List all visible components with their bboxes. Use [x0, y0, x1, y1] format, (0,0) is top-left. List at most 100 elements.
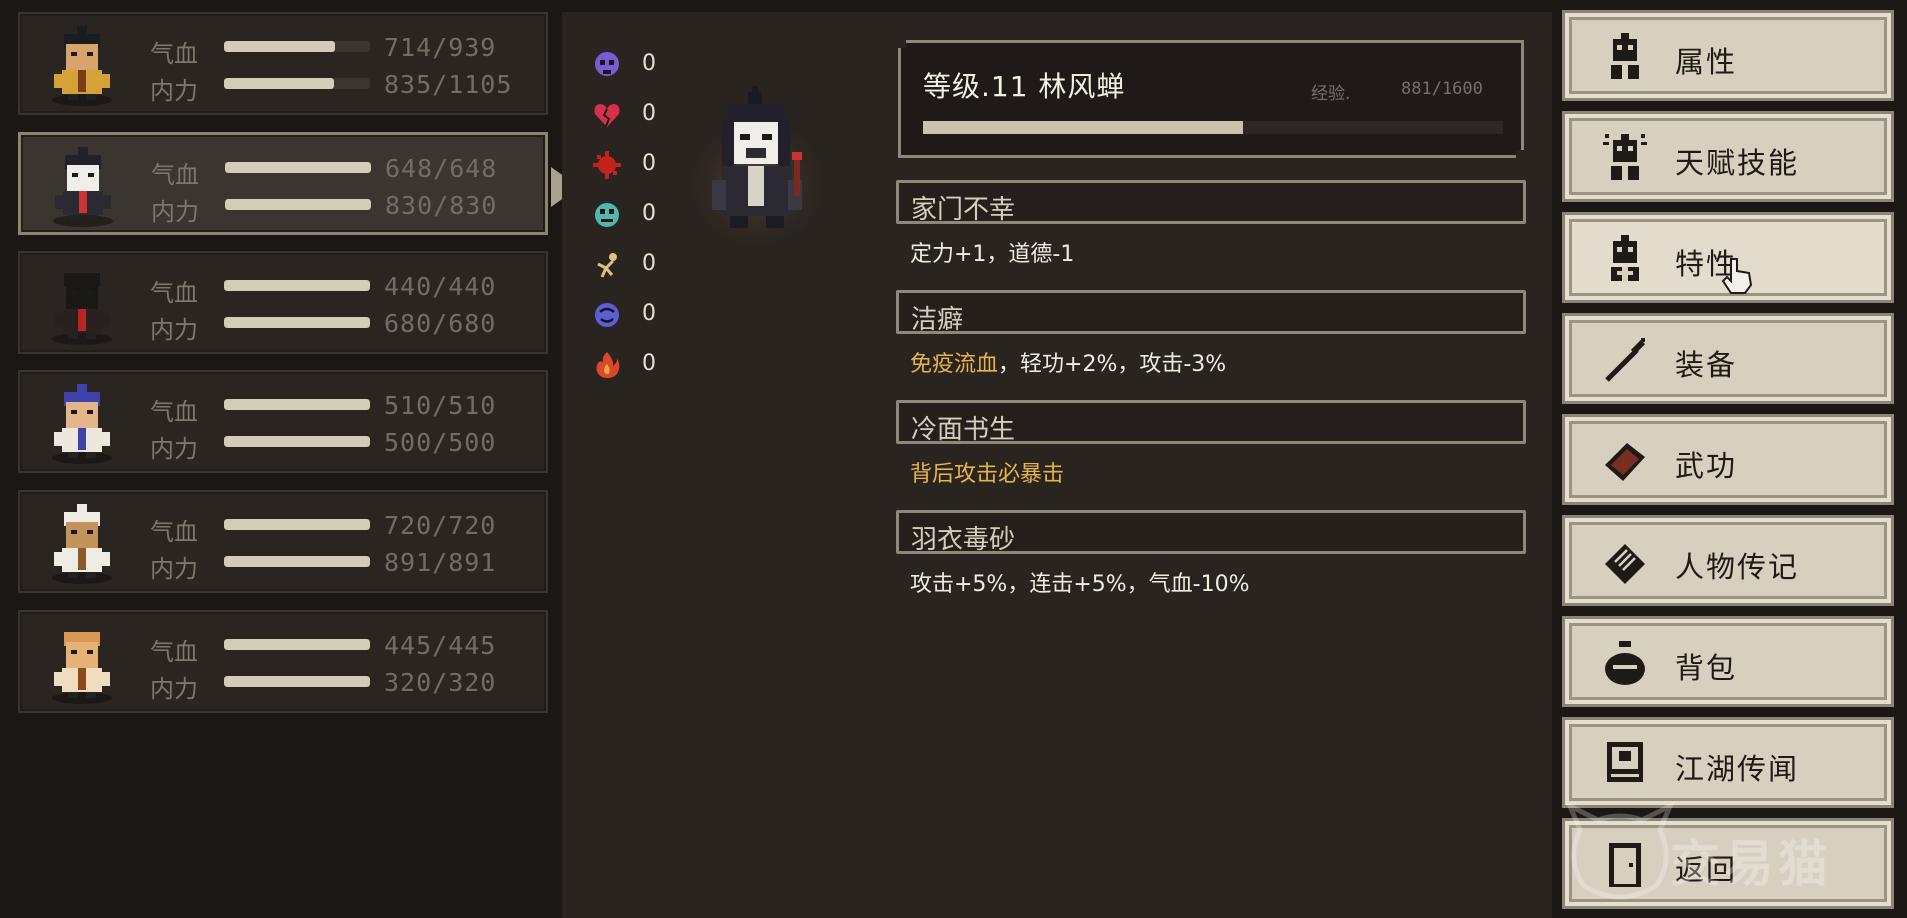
party-member-card[interactable]: 气血 445/445 内力 320/320	[18, 610, 548, 713]
party-member-card[interactable]: 气血 648/648 内力 830/830	[18, 132, 579, 235]
hp-bar-fill	[224, 41, 335, 52]
hp-label: 气血	[150, 40, 198, 68]
menu-button-label: 武功	[1675, 449, 1738, 483]
hp-row: 气血 440/440	[132, 271, 532, 307]
hp-label: 气血	[150, 279, 198, 307]
monkey-portrait	[40, 500, 124, 586]
mp-bar	[224, 436, 370, 447]
trait-name: 羽衣毒砂	[911, 525, 1016, 555]
party-list: 气血 714/939 内力 835/1105 气血 648/648 内力 830…	[0, 0, 579, 918]
talent-figure-icon	[1601, 132, 1649, 184]
hp-row: 气血 720/720	[132, 510, 532, 546]
trait-header: 羽衣毒砂	[896, 510, 1526, 555]
burn-flame-icon	[592, 350, 622, 380]
mp-bar	[224, 556, 370, 567]
mp-label: 内力	[150, 675, 198, 703]
hp-row: 气血 445/445	[132, 630, 532, 666]
character-detail-panel: 0 0 0 0 0 0 0 等级.11 林风蝉 经验. 881/1600 家门不…	[562, 12, 1552, 918]
party-member-card[interactable]: 气血 510/510 内力 500/500	[18, 370, 548, 473]
resistance-list: 0 0 0 0 0 0 0	[592, 42, 682, 392]
hp-label: 气血	[150, 398, 198, 426]
trait-item: 家门不幸 定力+1，道德-1	[896, 180, 1526, 268]
level-title: 等级.11 林风蝉	[923, 70, 1126, 103]
mp-row: 内力 320/320	[132, 667, 532, 703]
mp-bar	[224, 317, 370, 328]
mp-row: 内力 835/1105	[132, 69, 532, 105]
party-member-card[interactable]: 气血 714/939 内力 835/1105	[18, 12, 548, 115]
trait-name: 冷面书生	[911, 415, 1016, 445]
menu-button-bag[interactable]: 背包	[1562, 616, 1894, 707]
bag-icon	[1601, 637, 1649, 689]
poison-face-icon	[592, 200, 622, 230]
party-member-card[interactable]: 气血 720/720 内力 891/891	[18, 490, 548, 593]
trait-header: 洁癖	[896, 290, 1526, 335]
hp-bar	[224, 41, 370, 52]
hp-value: 720/720	[384, 511, 497, 540]
mp-label: 内力	[150, 435, 198, 463]
menu-button-biography-scroll[interactable]: 人物传记	[1562, 515, 1894, 606]
hp-bar	[224, 280, 370, 291]
hp-row: 气血 714/939	[132, 32, 532, 68]
resistance-row: 0	[592, 242, 682, 292]
trait-item: 洁癖 免疫流血，轻功+2%，攻击-3%	[896, 290, 1526, 378]
mp-row: 内力 680/680	[132, 308, 532, 344]
menu-button-attribute-figure[interactable]: 属性	[1562, 10, 1894, 101]
fox-portrait	[40, 620, 124, 706]
masked-scholar-portrait	[41, 143, 125, 229]
mp-bar-fill	[224, 436, 370, 447]
resistance-row: 0	[592, 342, 682, 392]
menu-button-trait-figure[interactable]: 特性	[1562, 212, 1894, 303]
resistance-value: 0	[642, 201, 656, 226]
notice-board-icon	[1601, 738, 1649, 790]
hp-label: 气血	[150, 638, 198, 666]
trait-effect-text: 定力+1，道德-1	[910, 242, 1075, 267]
resistance-value: 0	[642, 101, 656, 126]
menu-button-talent-figure[interactable]: 天赋技能	[1562, 111, 1894, 202]
mp-row: 内力 830/830	[133, 190, 533, 226]
party-member-card[interactable]: 气血 440/440 内力 680/680	[18, 251, 548, 354]
trait-description: 定力+1，道德-1	[910, 236, 1526, 268]
mp-bar-fill	[224, 78, 335, 89]
resistance-row: 0	[592, 292, 682, 342]
menu-button-notice-board[interactable]: 江湖传闻	[1562, 717, 1894, 808]
exp-value: 881/1600	[1401, 79, 1483, 99]
hp-value: 445/445	[384, 631, 497, 660]
sword-icon	[1601, 334, 1649, 386]
mp-label: 内力	[150, 316, 198, 344]
mp-bar-fill	[224, 556, 370, 567]
menu-button-label: 江湖传闻	[1675, 752, 1800, 786]
trait-item: 羽衣毒砂 攻击+5%，连击+5%，气血-10%	[896, 510, 1526, 598]
menu-button-door[interactable]: 返回	[1562, 818, 1894, 909]
mp-label: 内力	[151, 198, 199, 226]
mp-bar	[224, 78, 370, 89]
mp-bar-fill	[225, 199, 371, 210]
menu-button-sword[interactable]: 装备	[1562, 313, 1894, 404]
hp-value: 648/648	[385, 154, 498, 183]
exp-bar	[923, 121, 1503, 134]
skull-icon	[592, 50, 622, 80]
trait-header: 冷面书生	[896, 400, 1526, 445]
mp-label: 内力	[150, 77, 198, 105]
mp-bar-fill	[224, 317, 370, 328]
level-info-box: 等级.11 林风蝉 经验. 881/1600	[898, 40, 1524, 158]
exp-label: 经验.	[1311, 84, 1351, 104]
hp-bar-fill	[224, 519, 370, 530]
hp-bar	[224, 519, 370, 530]
trait-header: 家门不幸	[896, 180, 1526, 225]
mp-value: 320/320	[384, 668, 497, 697]
menu-button-martial-book[interactable]: 武功	[1562, 414, 1894, 505]
exp-bar-fill	[923, 121, 1243, 134]
trait-name: 洁癖	[911, 305, 964, 335]
hp-bar-fill	[224, 639, 370, 650]
resistance-row: 0	[592, 142, 682, 192]
mp-row: 内力 500/500	[132, 427, 532, 463]
ninja-portrait	[40, 261, 124, 347]
door-icon	[1601, 839, 1649, 891]
mp-label: 内力	[150, 555, 198, 583]
warrior-portrait	[40, 22, 124, 108]
hand-cursor-icon	[1717, 255, 1757, 295]
resistance-value: 0	[642, 151, 656, 176]
hp-bar	[224, 639, 370, 650]
trait-figure-icon	[1601, 233, 1649, 285]
hp-label: 气血	[151, 161, 199, 189]
